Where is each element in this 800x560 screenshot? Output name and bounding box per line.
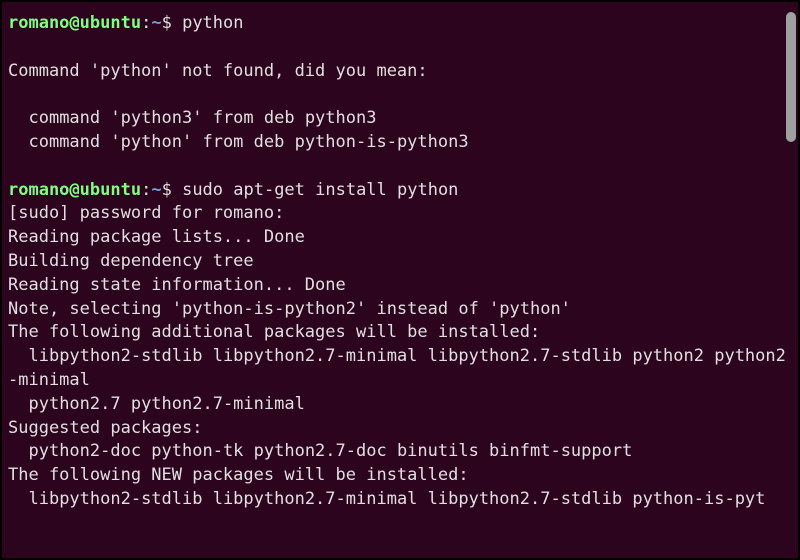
command-text: sudo apt-get install python	[182, 180, 458, 200]
blank-line	[8, 83, 792, 107]
output-line: libpython2-stdlib libpython2.7-minimal l…	[8, 488, 792, 512]
output-line: Command 'python' not found, did you mean…	[8, 60, 792, 84]
terminal[interactable]: romano@ubuntu:~$ pythonCommand 'python' …	[8, 12, 792, 548]
blank-line	[8, 155, 792, 179]
prompt-colon: :	[141, 180, 151, 200]
output-line: command 'python3' from deb python3	[8, 107, 792, 131]
prompt-host: ubuntu	[80, 13, 141, 33]
prompt-dollar: $	[162, 180, 182, 200]
output-line: [sudo] password for romano:	[8, 202, 792, 226]
blank-line	[8, 36, 792, 60]
prompt-at: @	[69, 180, 79, 200]
output-line: Reading state information... Done	[8, 274, 792, 298]
prompt-at: @	[69, 13, 79, 33]
prompt-user: romano	[8, 180, 69, 200]
scrollbar[interactable]	[786, 12, 796, 142]
prompt-path: ~	[151, 13, 161, 33]
prompt-dollar: $	[162, 13, 182, 33]
prompt-line: romano@ubuntu:~$ python	[8, 12, 792, 36]
output-line: command 'python' from deb python-is-pyth…	[8, 131, 792, 155]
output-line: The following NEW packages will be insta…	[8, 464, 792, 488]
output-line: The following additional packages will b…	[8, 321, 792, 345]
output-line: Note, selecting 'python-is-python2' inst…	[8, 298, 792, 322]
output-line: python2.7 python2.7-minimal	[8, 393, 792, 417]
prompt-path: ~	[151, 180, 161, 200]
prompt-colon: :	[141, 13, 151, 33]
output-line: Reading package lists... Done	[8, 226, 792, 250]
output-line: Building dependency tree	[8, 250, 792, 274]
prompt-host: ubuntu	[80, 180, 141, 200]
output-line: libpython2-stdlib libpython2.7-minimal l…	[8, 345, 792, 393]
command-text: python	[182, 13, 243, 33]
prompt-user: romano	[8, 13, 69, 33]
output-line: python2-doc python-tk python2.7-doc binu…	[8, 440, 792, 464]
output-line: Suggested packages:	[8, 417, 792, 441]
prompt-line: romano@ubuntu:~$ sudo apt-get install py…	[8, 179, 792, 203]
